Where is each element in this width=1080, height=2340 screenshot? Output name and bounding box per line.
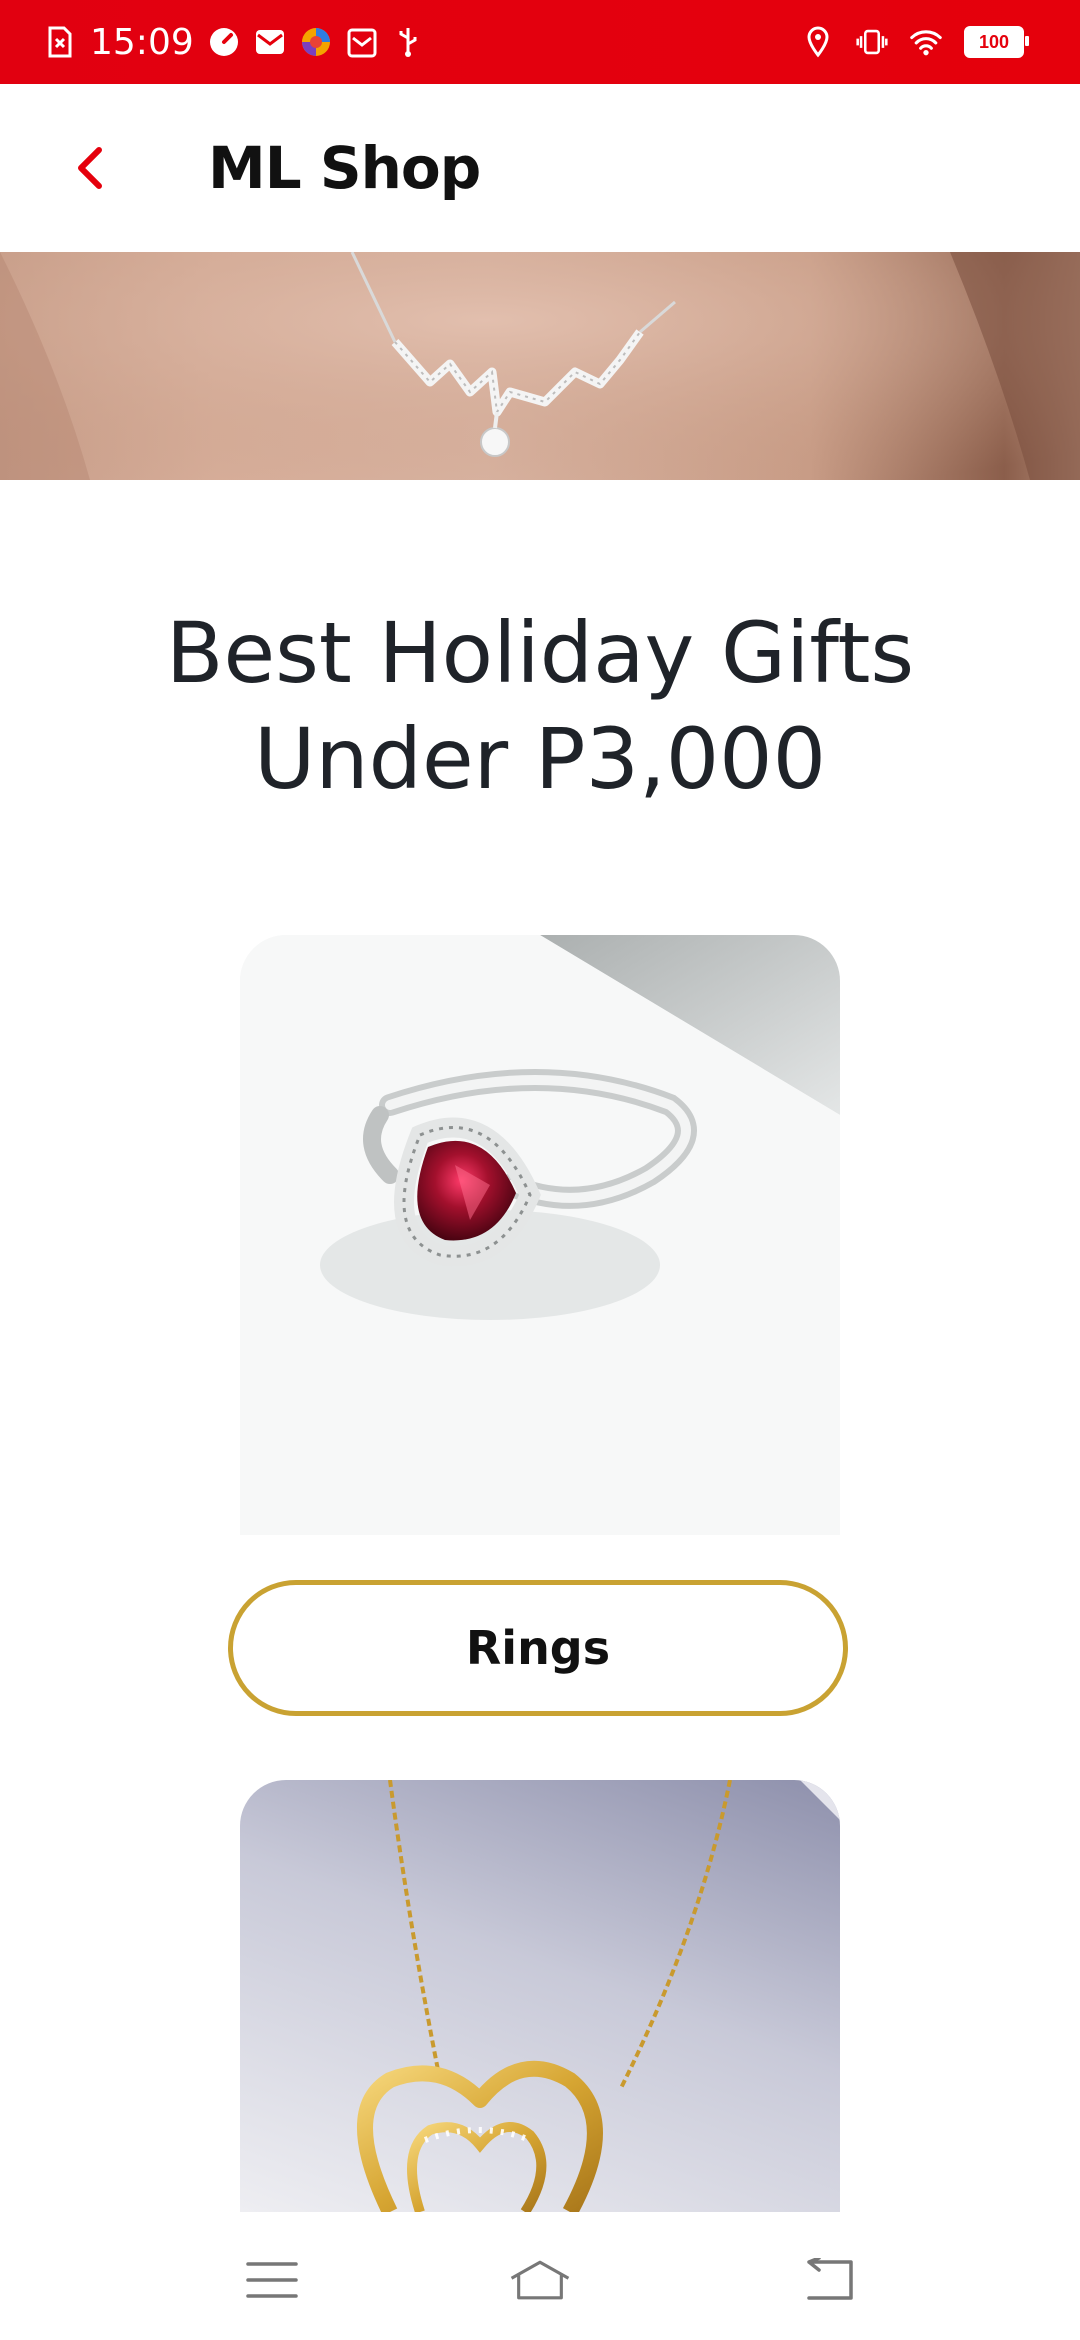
hero-banner-image: [0, 252, 1080, 480]
browser-icon: [300, 26, 332, 58]
speedometer-icon: [208, 26, 240, 58]
back-button[interactable]: [62, 138, 118, 198]
wifi-icon: [910, 26, 942, 58]
gold-heart-necklace-image[interactable]: [240, 1780, 840, 2212]
status-time: 15:09: [90, 21, 194, 63]
menu-button[interactable]: [240, 2252, 304, 2308]
page-title: ML Shop: [208, 134, 481, 202]
mail-icon: [254, 26, 286, 58]
status-left: 15:09: [44, 0, 424, 84]
system-nav-bar: [0, 2212, 1080, 2340]
calendar-mail-icon: [346, 26, 378, 58]
menu-icon: [246, 2262, 298, 2298]
location-icon: [802, 26, 834, 58]
vibrate-icon: [856, 26, 888, 58]
home-icon: [510, 2260, 570, 2300]
usb-icon: [392, 26, 424, 58]
nav-back-button[interactable]: [795, 2252, 859, 2308]
battery-icon: 100: [964, 26, 1029, 58]
sim-card-icon: [44, 26, 76, 58]
status-right: 100: [802, 0, 1029, 84]
section-heading: Best Holiday Gifts Under P3,000: [165, 604, 915, 808]
status-bar: 15:09 100: [0, 0, 1080, 84]
app-header: ML Shop: [0, 84, 1080, 253]
back-icon: [807, 2258, 853, 2300]
rings-category-button[interactable]: Rings: [228, 1580, 848, 1716]
ruby-ring-image[interactable]: [240, 935, 840, 1535]
chevron-left-icon: [78, 147, 102, 189]
home-button[interactable]: [508, 2252, 572, 2308]
